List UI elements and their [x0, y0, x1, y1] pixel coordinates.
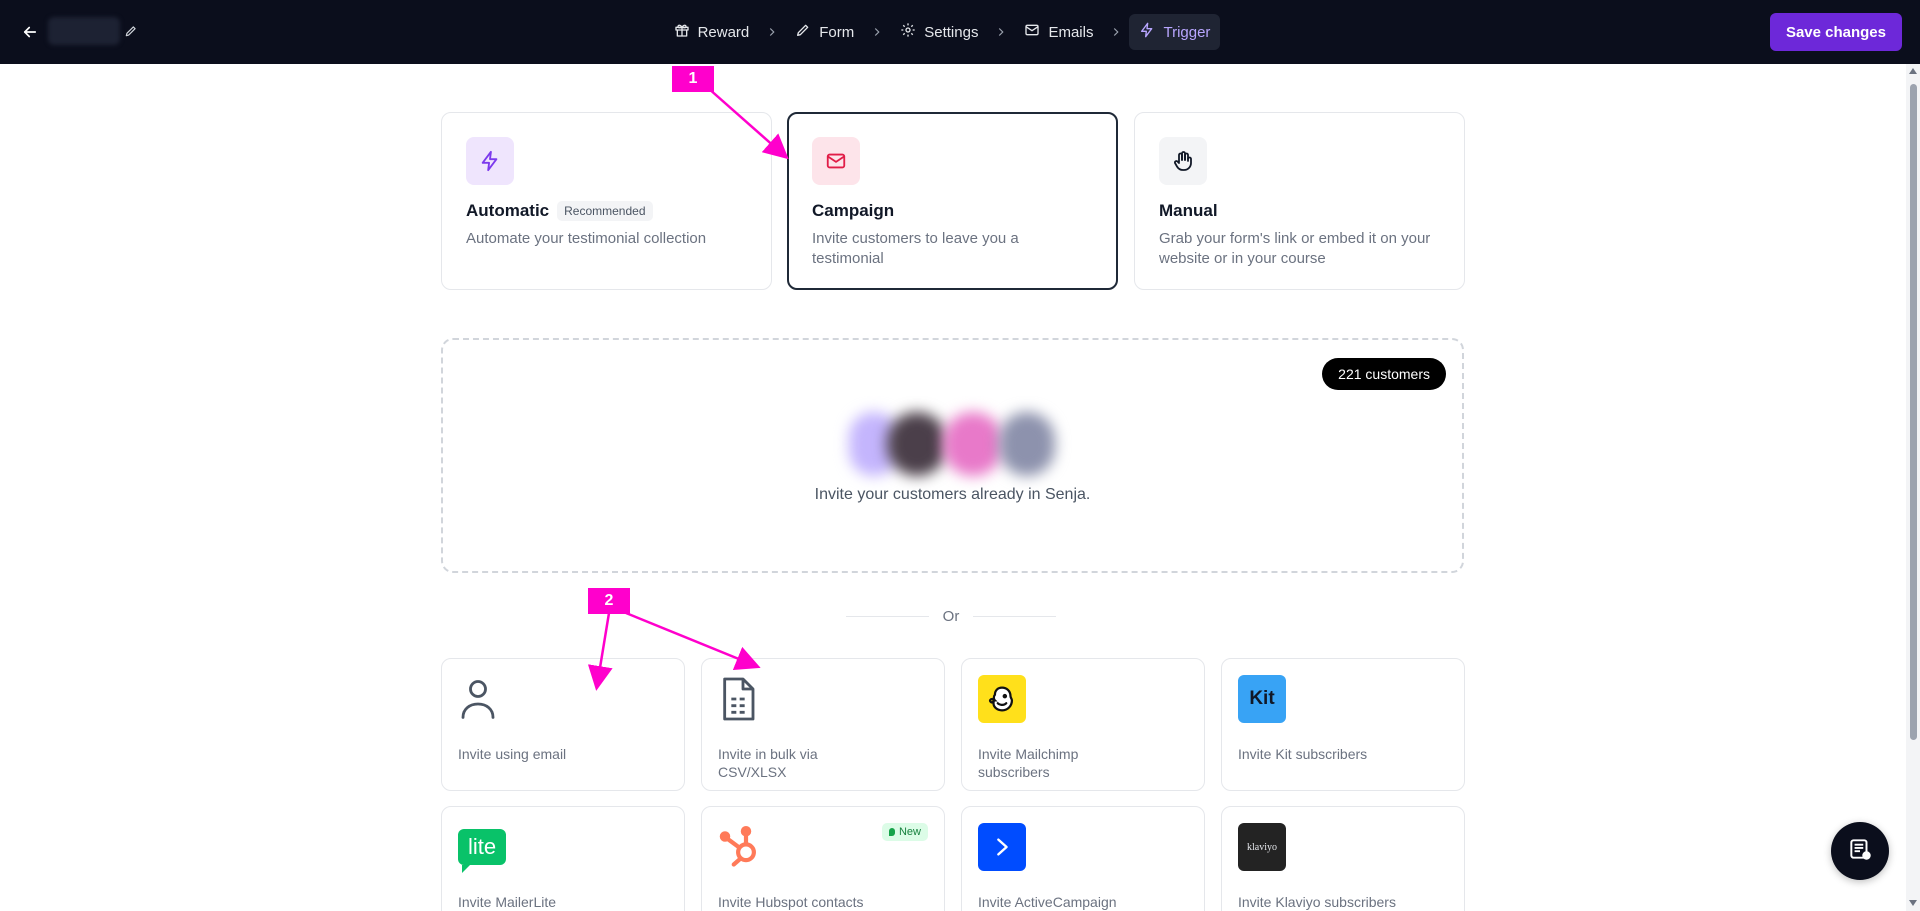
- trigger-option-description: Invite customers to leave you a testimon…: [812, 230, 1019, 267]
- trigger-option-title-row: Automatic Recommended: [466, 201, 747, 221]
- kit-icon: Kit: [1238, 675, 1286, 723]
- trigger-option-automatic[interactable]: Automatic Recommended Automate your test…: [441, 112, 772, 290]
- chevron-right-icon: [1109, 25, 1123, 39]
- chevron-right-icon: [994, 25, 1008, 39]
- pencil-icon: [795, 22, 811, 42]
- file-sheet-icon: [718, 675, 766, 723]
- annotation-marker: 2: [588, 588, 630, 614]
- new-badge-label: New: [898, 826, 921, 838]
- mailerlite-logo-text: lite: [467, 834, 497, 859]
- trigger-option-title: Automatic: [466, 201, 550, 220]
- avatar: [999, 412, 1055, 476]
- trigger-option-title: Campaign: [812, 201, 895, 220]
- step-label: Form: [819, 23, 855, 41]
- bolt-icon: [1139, 22, 1155, 42]
- trigger-option-title-row: Campaign: [812, 201, 1092, 221]
- klaviyo-icon: klaviyo: [1238, 823, 1286, 871]
- invite-option-label: Invite Kit subscribers: [1238, 746, 1368, 762]
- step-label: Reward: [697, 23, 750, 41]
- step-label: Emails: [1048, 23, 1094, 41]
- step-navigation: Reward Form Settings Emails Trigger: [0, 0, 1920, 64]
- gift-icon: [674, 22, 690, 42]
- invite-option-label: Invite using email: [458, 746, 567, 762]
- existing-customers-panel[interactable]: 221 customers Invite your customers alre…: [441, 338, 1464, 573]
- trigger-option-campaign[interactable]: Campaign Invite customers to leave you a…: [787, 112, 1118, 290]
- scrollbar-thumb[interactable]: [1910, 84, 1917, 740]
- mail-icon: [812, 137, 860, 185]
- invite-option-label: Invite Mailchimp subscribers: [978, 746, 1079, 780]
- invite-option-label: Invite in bulk via CSV/XLSX: [718, 746, 818, 780]
- new-badge: New: [881, 823, 928, 841]
- gear-icon: [900, 22, 916, 42]
- chevron-right-icon: [870, 25, 884, 39]
- trigger-option-title-row: Manual: [1159, 201, 1440, 221]
- step-label: Trigger: [1163, 23, 1211, 41]
- trigger-option-description: Automate your testimonial collection: [466, 230, 707, 247]
- trigger-option-description: Grab your form's link or embed it on you…: [1159, 230, 1431, 267]
- recommended-badge: Recommended: [557, 201, 653, 221]
- step-trigger[interactable]: Trigger: [1129, 14, 1221, 50]
- invite-bulk-csv-card[interactable]: Invite in bulk via CSV/XLSX: [701, 658, 945, 791]
- invite-mailerlite-card[interactable]: lite Invite MailerLite subscribers: [441, 806, 685, 911]
- trigger-option-title: Manual: [1159, 201, 1218, 220]
- step-form[interactable]: Form: [785, 14, 864, 50]
- invite-option-label: Invite MailerLite subscribers: [458, 894, 557, 910]
- invite-mailchimp-card[interactable]: Invite Mailchimp subscribers: [961, 658, 1205, 791]
- hand-icon: [1159, 137, 1207, 185]
- bolt-icon: [466, 137, 514, 185]
- chat-icon: [1847, 836, 1873, 867]
- customer-count-badge: 221 customers: [1322, 358, 1446, 390]
- help-chat-button[interactable]: [1831, 822, 1889, 880]
- avatar: [943, 412, 1003, 476]
- customer-avatars-blurred: [839, 404, 1079, 484]
- step-emails[interactable]: Emails: [1014, 14, 1103, 50]
- annotation-marker: 1: [672, 66, 714, 92]
- invite-hubspot-card[interactable]: New Invite Hubspot contacts: [701, 806, 945, 911]
- scroll-down-arrow-icon[interactable]: [1909, 900, 1917, 906]
- step-settings[interactable]: Settings: [890, 14, 988, 50]
- trigger-option-manual[interactable]: Manual Grab your form's link or embed it…: [1134, 112, 1465, 290]
- edit-name-pencil-icon[interactable]: [122, 22, 140, 40]
- or-divider: Or: [846, 606, 1057, 626]
- invite-option-label: Invite Hubspot contacts: [718, 894, 864, 910]
- or-label: Or: [942, 607, 960, 625]
- invite-existing-text: Invite your customers already in Senja.: [814, 486, 1091, 503]
- user-icon: [458, 675, 506, 723]
- form-name-blurred: [48, 17, 120, 45]
- scroll-up-arrow-icon[interactable]: [1909, 68, 1917, 74]
- hubspot-icon: [718, 823, 766, 871]
- invite-option-label: Invite ActiveCampaign contacts: [978, 894, 1117, 910]
- divider-line: [846, 615, 929, 617]
- step-reward[interactable]: Reward: [664, 14, 760, 50]
- leaf-icon: [888, 828, 895, 836]
- divider-line: [973, 615, 1057, 617]
- invite-activecampaign-card[interactable]: Invite ActiveCampaign contacts: [961, 806, 1205, 911]
- invite-klaviyo-card[interactable]: klaviyo Invite Klaviyo subscribers: [1221, 806, 1465, 911]
- top-bar: Reward Form Settings Emails Trigger Save…: [0, 0, 1920, 64]
- chevron-right-icon: [765, 25, 779, 39]
- back-arrow-icon[interactable]: [18, 20, 42, 44]
- activecampaign-icon: [978, 823, 1026, 871]
- invite-kit-card[interactable]: Kit Invite Kit subscribers: [1221, 658, 1465, 791]
- klaviyo-logo-text: klaviyo: [1247, 841, 1277, 853]
- mailchimp-icon: [978, 675, 1026, 723]
- invite-option-label: Invite Klaviyo subscribers: [1238, 894, 1396, 910]
- step-label: Settings: [924, 23, 979, 41]
- mailerlite-icon: lite: [458, 823, 506, 873]
- invite-using-email-card[interactable]: Invite using email: [441, 658, 685, 791]
- kit-logo-text: Kit: [1249, 688, 1275, 709]
- mail-icon: [1024, 22, 1040, 42]
- save-changes-button[interactable]: Save changes: [1769, 13, 1902, 51]
- avatar: [887, 412, 947, 476]
